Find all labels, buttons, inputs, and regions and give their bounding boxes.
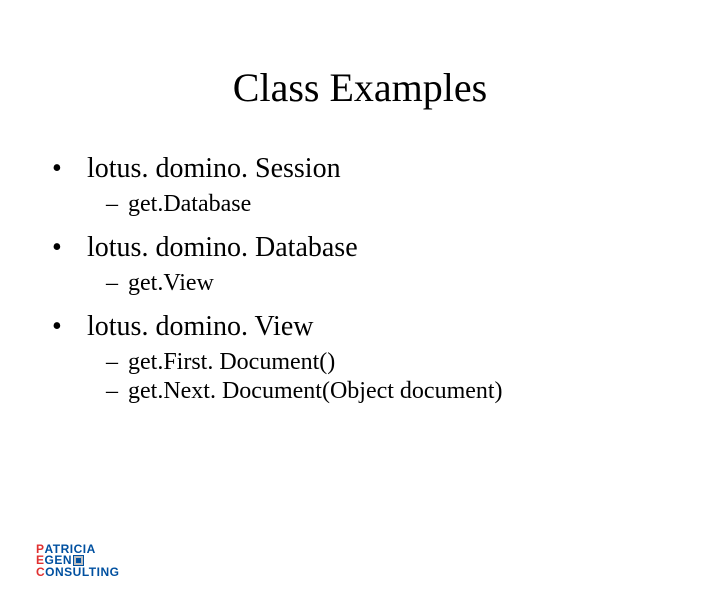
list-item: lotus. domino. Session get.Database	[48, 153, 720, 218]
list-item: get.First. Document()	[106, 349, 720, 376]
bullet-list-level2: get.View	[106, 270, 720, 297]
list-item-label: get.View	[128, 270, 214, 296]
bullet-list-level2: get.First. Document() get.Next. Document…	[106, 349, 720, 405]
list-item: lotus. domino. Database get.View	[48, 232, 720, 297]
logo-text: ATRICIA	[45, 544, 96, 555]
logo-text: P	[36, 544, 45, 555]
list-item-label: get.First. Document()	[128, 349, 335, 375]
list-item-label: get.Next. Document(Object document)	[128, 378, 503, 404]
logo-line-2: EGEN	[36, 555, 119, 566]
bullet-list-level2: get.Database	[106, 191, 720, 218]
list-item: lotus. domino. View get.First. Document(…	[48, 311, 720, 405]
list-item: get.View	[106, 270, 720, 297]
list-item: get.Next. Document(Object document)	[106, 378, 720, 405]
logo: PATRICIA EGEN CONSULTING	[36, 544, 119, 578]
list-item: get.Database	[106, 191, 720, 218]
list-item-label: lotus. domino. Database	[87, 232, 358, 263]
slide-content: lotus. domino. Session get.Database lotu…	[48, 153, 720, 405]
slide: Class Examples lotus. domino. Session ge…	[0, 64, 720, 604]
logo-line-3: CONSULTING	[36, 567, 119, 578]
logo-text: C	[36, 567, 45, 578]
list-item-label: get.Database	[128, 191, 251, 217]
list-item-label: lotus. domino. View	[87, 311, 313, 342]
logo-text: E	[36, 555, 45, 566]
list-item-label: lotus. domino. Session	[87, 153, 341, 184]
logo-text: GEN	[45, 555, 73, 566]
logo-text: ONSULTING	[45, 567, 119, 578]
bullet-list-level1: lotus. domino. Session get.Database lotu…	[48, 153, 720, 405]
logo-line-1: PATRICIA	[36, 544, 119, 555]
slide-title: Class Examples	[0, 64, 720, 111]
logo-square-icon	[73, 555, 84, 566]
